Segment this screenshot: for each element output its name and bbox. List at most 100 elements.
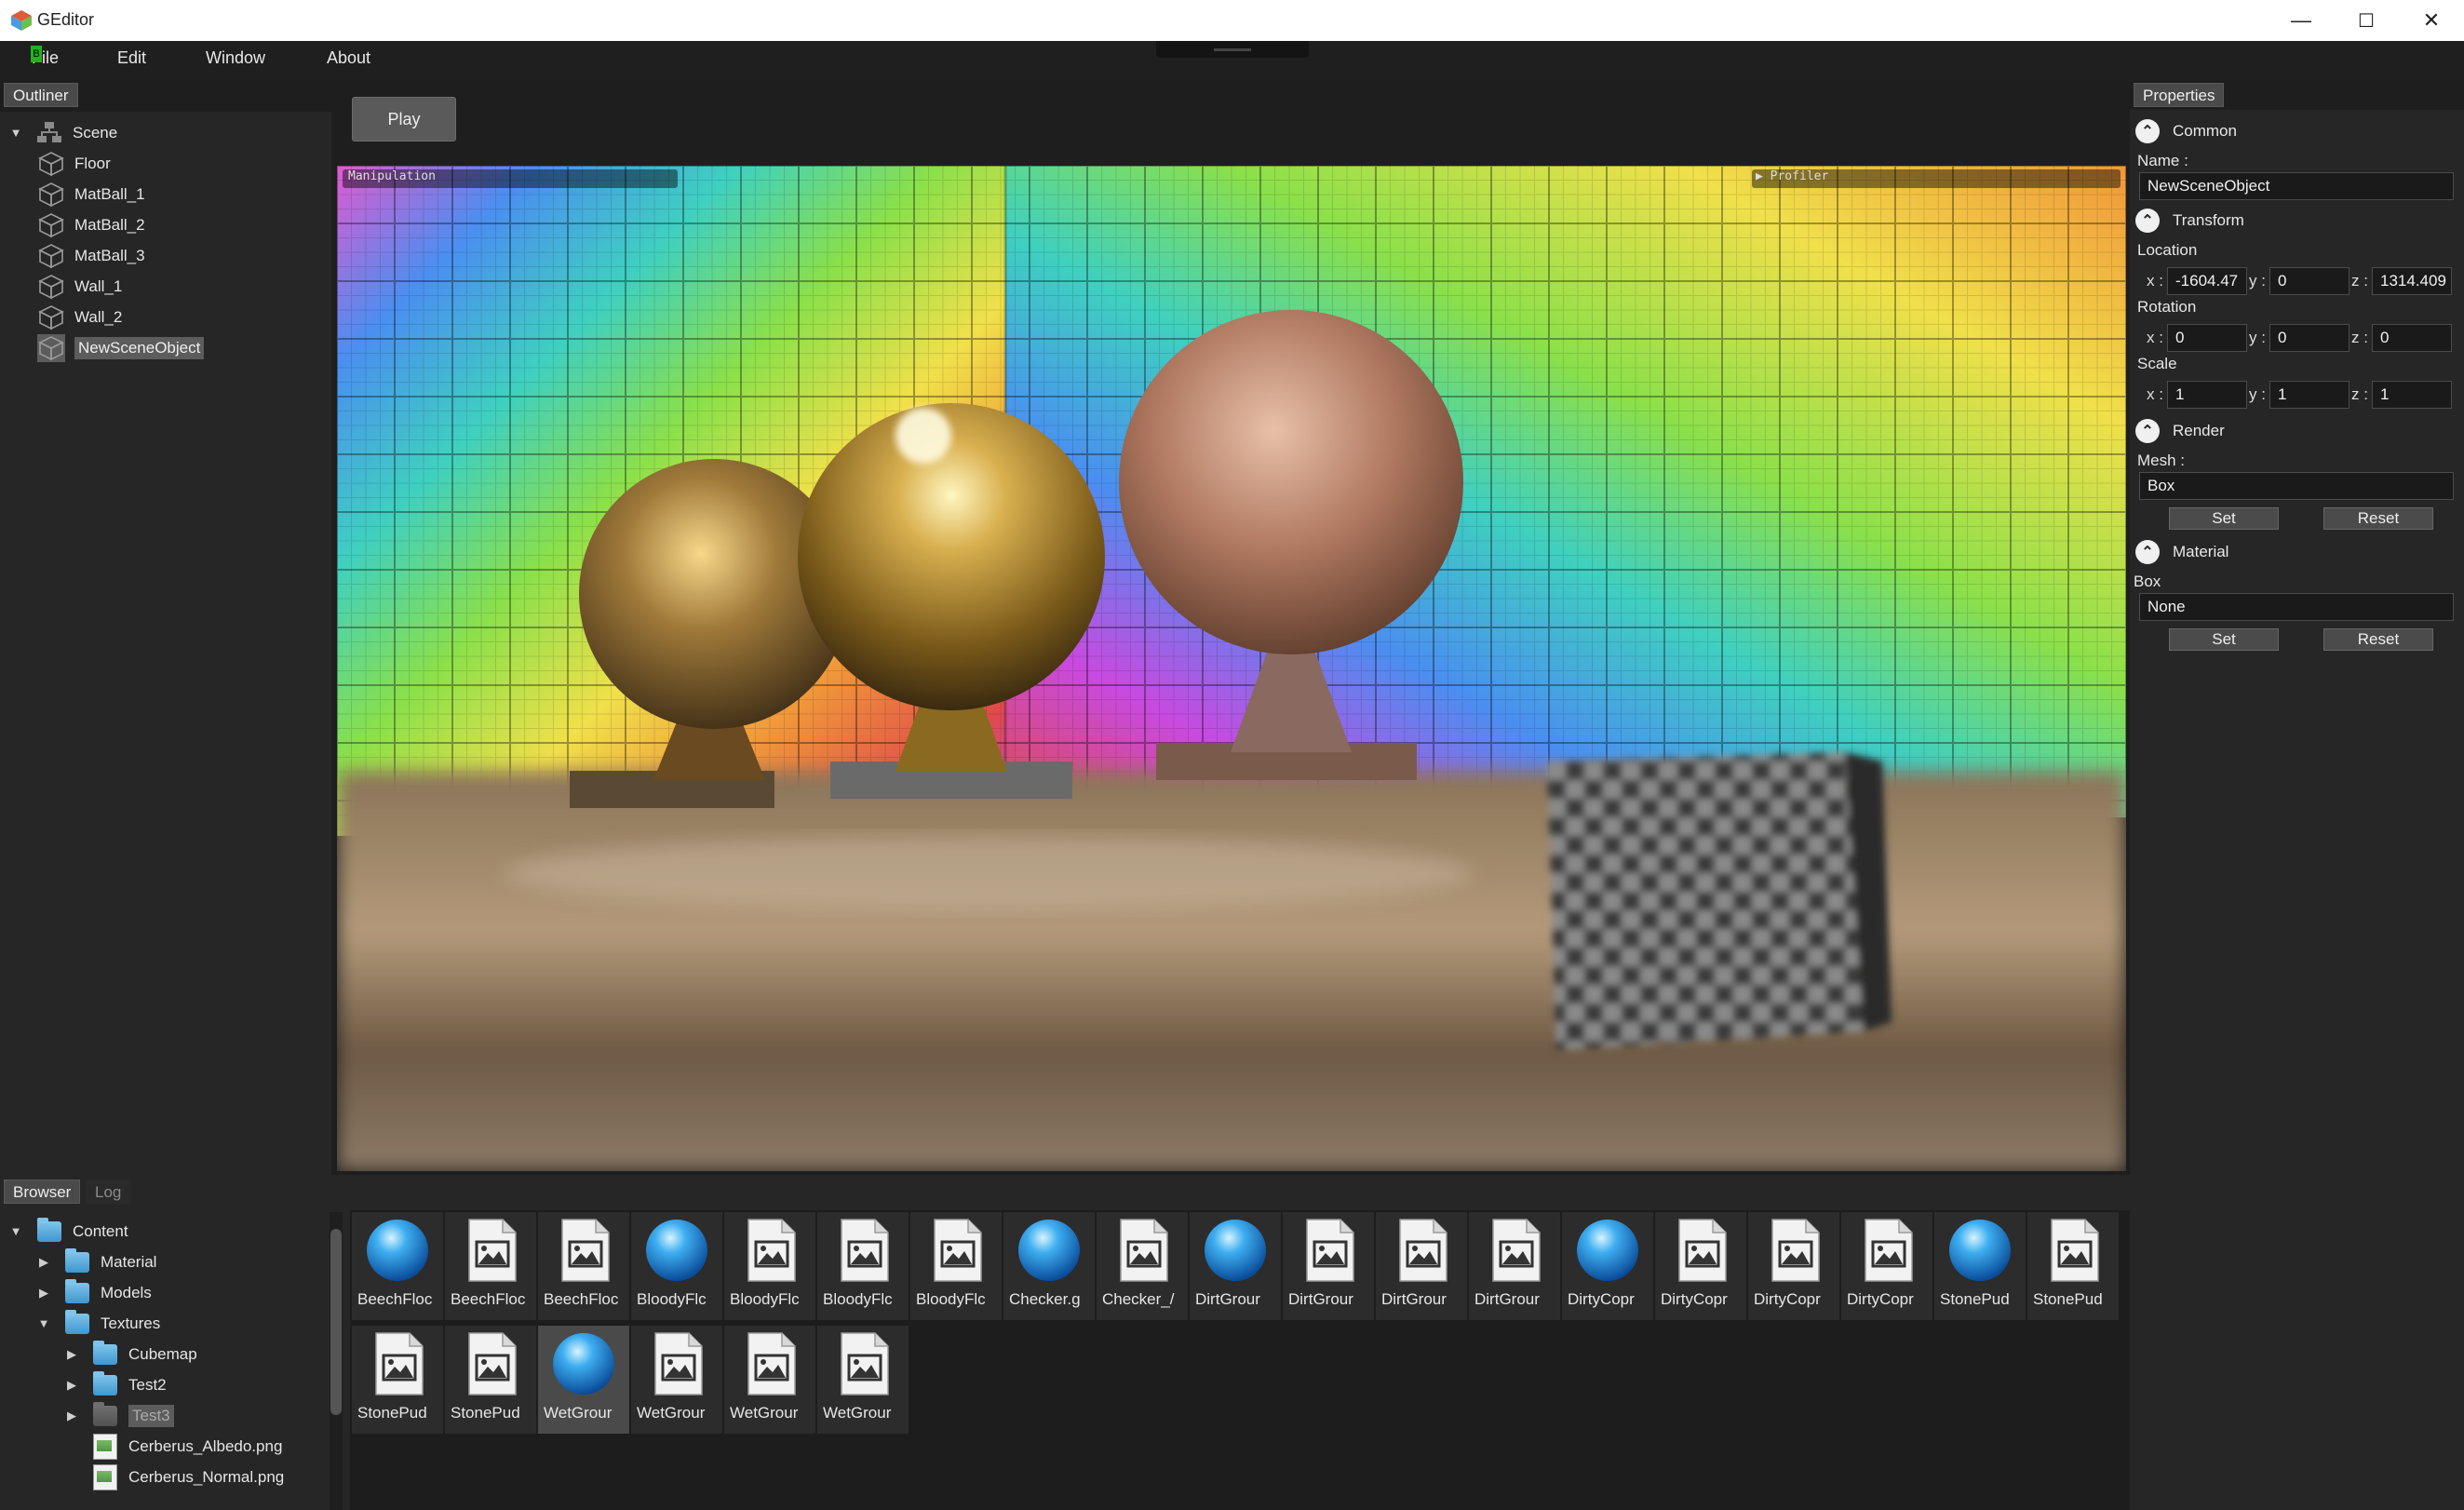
expand-arrow-icon[interactable]: ▶	[37, 1255, 50, 1270]
mesh-reset-button[interactable]: Reset	[2323, 507, 2433, 530]
asset-tile[interactable]: BloodyFlc	[631, 1212, 722, 1320]
play-button[interactable]: Play	[352, 97, 456, 142]
maximize-button[interactable]: ☐	[2334, 0, 2399, 41]
collapse-arrow-icon[interactable]: ▼	[37, 1316, 50, 1330]
location-y-field[interactable]: 0	[2269, 267, 2350, 295]
asset-tile[interactable]: BloodyFlc	[817, 1212, 909, 1320]
tree-item-newsceneobject[interactable]: NewSceneObject	[9, 332, 205, 363]
asset-label: BeechFloc	[451, 1290, 526, 1308]
axis-z-label: z :	[2351, 385, 2368, 403]
asset-tile[interactable]: StonePud	[2027, 1212, 2119, 1320]
asset-tile[interactable]: Checker_/	[1097, 1212, 1188, 1320]
menu-edit[interactable]: Edit	[117, 48, 146, 68]
image-file-icon	[93, 1463, 117, 1490]
tab-log[interactable]: Log	[86, 1180, 131, 1204]
tree-item-test3[interactable]: ▶ Test3	[9, 1400, 284, 1431]
asset-tile[interactable]: WetGrour	[724, 1326, 815, 1434]
expand-arrow-icon[interactable]: ▶	[65, 1378, 78, 1393]
asset-tile[interactable]: WetGrour	[631, 1326, 722, 1434]
tree-item-label: Wall_1	[74, 276, 123, 295]
tree-item-floor[interactable]: Floor	[9, 148, 204, 179]
asset-tile[interactable]: DirtyCopr	[1562, 1212, 1653, 1320]
asset-tile[interactable]: DirtGrour	[1190, 1212, 1281, 1320]
name-field[interactable]: NewSceneObject	[2139, 172, 2454, 200]
tree-item-matball_3[interactable]: MatBall_3	[9, 240, 204, 271]
menu-window[interactable]: Window	[206, 48, 265, 68]
asset-label: WetGrour	[544, 1404, 613, 1422]
tree-item-wall_2[interactable]: Wall_2	[9, 302, 204, 332]
asset-tile[interactable]: BloodyFlc	[724, 1212, 815, 1320]
tree-item-test2[interactable]: ▶ Test2	[9, 1369, 284, 1400]
collapse-chevron-icon[interactable]: ⌃	[2135, 540, 2160, 564]
expand-arrow-icon[interactable]: ▶	[65, 1347, 78, 1362]
material-set-button[interactable]: Set	[2169, 628, 2279, 651]
asset-tile[interactable]: DirtGrour	[1283, 1212, 1374, 1320]
asset-tile[interactable]: BeechFloc	[538, 1212, 629, 1320]
tree-item-file[interactable]: Cerberus_Albedo.png	[9, 1431, 284, 1462]
asset-tile[interactable]: DirtyCopr	[1748, 1212, 1839, 1320]
asset-tile[interactable]: DirtGrour	[1376, 1212, 1467, 1320]
asset-tile[interactable]: DirtGrour	[1469, 1212, 1560, 1320]
asset-label: WetGrour	[637, 1404, 706, 1422]
section-render[interactable]: ⌃ Render	[2135, 419, 2225, 443]
minimize-button[interactable]: —	[2269, 0, 2334, 41]
collapse-chevron-icon[interactable]: ⌃	[2135, 209, 2160, 233]
asset-tile[interactable]: WetGrour	[817, 1326, 909, 1434]
tree-item-cubemap[interactable]: ▶ Cubemap	[9, 1339, 284, 1369]
material-reset-button[interactable]: Reset	[2323, 628, 2433, 651]
toolbar-grip-handle[interactable]	[1156, 41, 1309, 58]
close-button[interactable]: ✕	[2399, 0, 2464, 41]
folder-icon	[93, 1401, 117, 1426]
section-common[interactable]: ⌃ Common	[2135, 119, 2237, 143]
menu-about[interactable]: About	[327, 48, 370, 68]
location-x-field[interactable]: -1604.47	[2167, 267, 2247, 295]
mesh-field[interactable]: Box	[2139, 472, 2454, 500]
expand-arrow-icon[interactable]: ▶	[65, 1409, 78, 1423]
scale-z-field[interactable]: 1	[2372, 381, 2452, 409]
tree-scrollbar-thumb[interactable]	[330, 1229, 342, 1415]
rotation-z-field[interactable]: 0	[2372, 324, 2452, 352]
rotation-y-field[interactable]: 0	[2269, 324, 2350, 352]
collapse-chevron-icon[interactable]: ⌃	[2135, 419, 2160, 443]
profiler-overlay[interactable]: ▶ Profiler	[1756, 169, 1828, 183]
asset-tile[interactable]: BeechFloc	[352, 1212, 443, 1320]
tab-browser[interactable]: Browser	[4, 1180, 81, 1204]
rotation-x-field[interactable]: 0	[2167, 324, 2247, 352]
tree-item-matball_1[interactable]: MatBall_1	[9, 179, 204, 209]
scene-viewport[interactable]: Manipulation ▶ Profiler	[337, 166, 2126, 1171]
tree-item-content[interactable]: ▼ Content	[9, 1216, 284, 1247]
tab-properties[interactable]: Properties	[2134, 83, 2225, 107]
collapse-arrow-icon[interactable]: ▼	[9, 1224, 22, 1238]
tree-item-material[interactable]: ▶ Material	[9, 1247, 284, 1277]
tab-outliner[interactable]: Outliner	[4, 83, 78, 107]
asset-tile[interactable]: StonePud	[445, 1326, 536, 1434]
tree-item-models[interactable]: ▶ Models	[9, 1277, 284, 1308]
asset-tile[interactable]: BloodyFlc	[910, 1212, 1002, 1320]
asset-tile[interactable]: DirtyCopr	[1841, 1212, 1932, 1320]
tree-item-wall_1[interactable]: Wall_1	[9, 271, 204, 302]
material-field[interactable]: None	[2139, 593, 2454, 621]
section-material[interactable]: ⌃ Material	[2135, 540, 2228, 564]
collapse-chevron-icon[interactable]: ⌃	[2135, 119, 2160, 143]
collapse-arrow-icon[interactable]: ▼	[9, 126, 22, 140]
manipulation-overlay[interactable]: Manipulation	[348, 169, 436, 183]
tree-item-matball_2[interactable]: MatBall_2	[9, 209, 204, 240]
expand-arrow-icon[interactable]: ▶	[37, 1286, 50, 1301]
image-file-icon	[1865, 1219, 1913, 1282]
asset-tile[interactable]: BeechFloc	[445, 1212, 536, 1320]
tree-item-textures[interactable]: ▼ Textures	[9, 1308, 284, 1339]
asset-label: WetGrour	[730, 1404, 799, 1422]
section-transform[interactable]: ⌃ Transform	[2135, 209, 2244, 233]
asset-tile[interactable]: DirtyCopr	[1655, 1212, 1746, 1320]
scale-y-field[interactable]: 1	[2269, 381, 2350, 409]
asset-tile[interactable]: Checker.g	[1003, 1212, 1095, 1320]
tree-item-scene[interactable]: ▼ Scene	[9, 117, 204, 148]
asset-tile[interactable]: StonePud	[1934, 1212, 2026, 1320]
tree-item-file[interactable]: Cerberus_Normal.png	[9, 1462, 284, 1492]
scale-x-field[interactable]: 1	[2167, 381, 2247, 409]
mesh-set-button[interactable]: Set	[2169, 507, 2279, 530]
asset-tile[interactable]: StonePud	[352, 1326, 443, 1434]
location-z-field[interactable]: 1314.409	[2372, 267, 2452, 295]
tree-item-label: Cerberus_Albedo.png	[128, 1436, 283, 1455]
asset-tile[interactable]: WetGrour	[538, 1326, 629, 1434]
